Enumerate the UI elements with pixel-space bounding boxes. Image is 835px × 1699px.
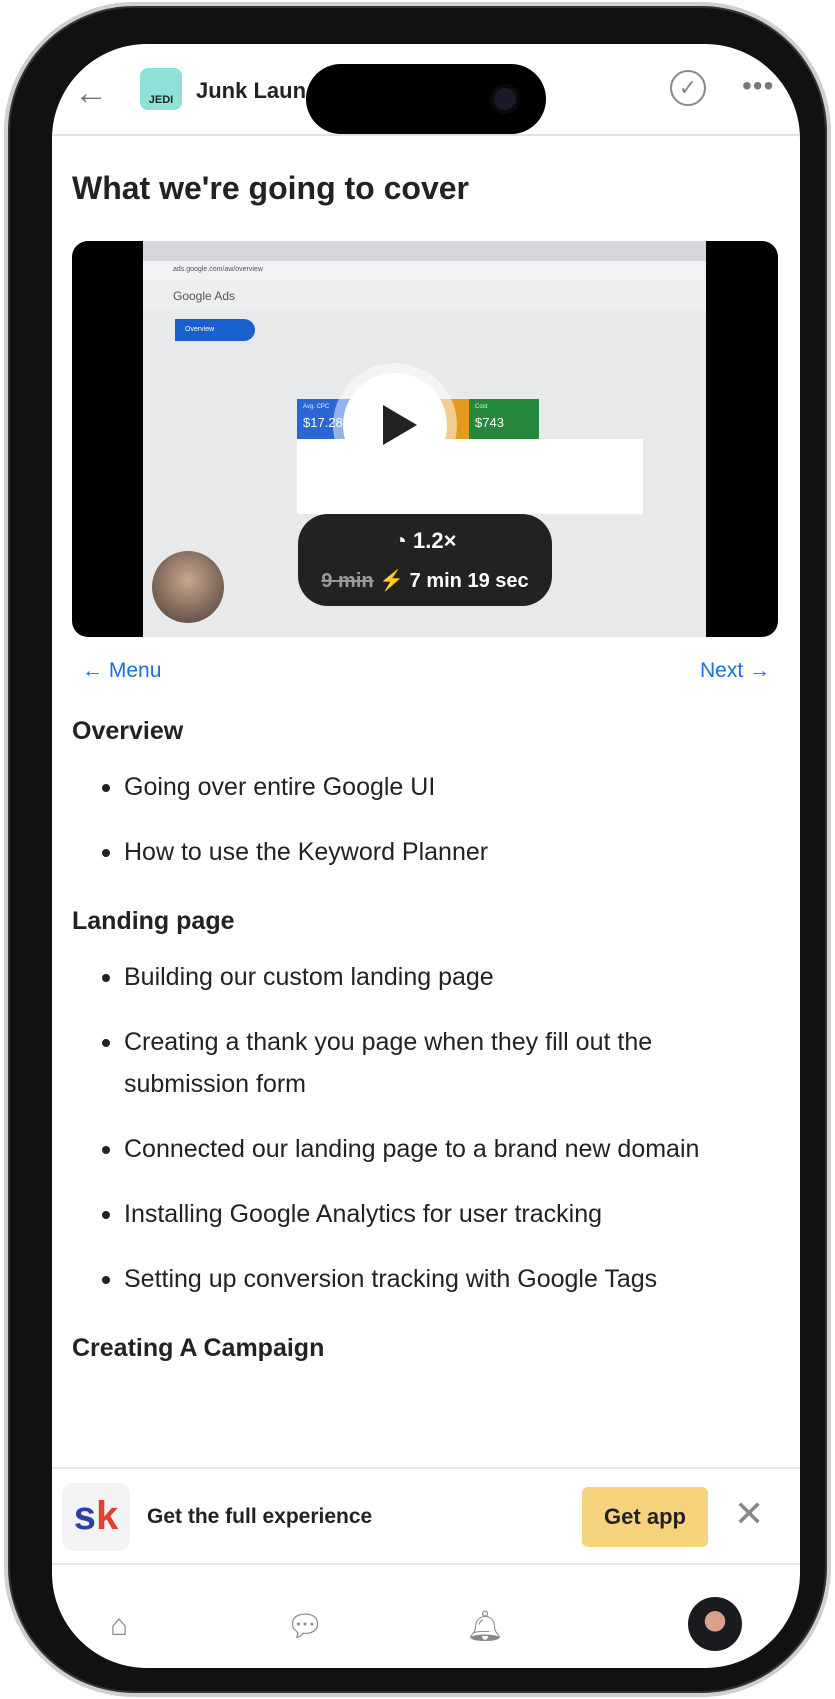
phone-frame: ← JEDI Junk Laun ✓ ••• What we're going … [4,2,831,1697]
list-item: Setting up conversion tracking with Goog… [72,1258,780,1300]
lesson-content: What we're going to cover ads.google.com… [72,136,780,1363]
menu-link[interactable]: ← Menu [82,659,161,683]
next-link[interactable]: Next → [700,659,770,683]
dynamic-island [306,64,546,134]
lesson-nav: ← Menu Next → [72,659,780,683]
tile-value: $17.28 [303,415,343,430]
speedometer-icon: ◔ [393,528,413,553]
chat-icon[interactable]: 💬︎ [286,1609,324,1644]
community-logo[interactable]: JEDI [140,68,182,110]
list-item: Creating a thank you page when they fill… [72,1021,780,1105]
speed-value: 1.2× [412,528,457,553]
lesson-title: What we're going to cover [72,170,469,206]
nav-overview: Overview [175,319,255,341]
next-label: Next [699,659,744,682]
lightning-icon: ⚡ [379,570,405,592]
list-item: How to use the Keyword Planner [72,831,780,873]
bottom-tab-bar: ⌂ 💬︎ 🔔︎ [52,1565,800,1668]
outline: Overview Going over entire Google UI How t… [72,717,780,1363]
arrow-right-icon: → [743,659,770,682]
check-circle-icon[interactable]: ✓ [670,70,706,106]
google-ads-bar: Google Ads [143,281,706,311]
ellipsis-icon[interactable]: ••• [742,70,774,102]
presenter-avatar [152,551,224,623]
get-app-button[interactable]: Get app [582,1487,708,1547]
close-icon[interactable]: ✕ [734,1493,764,1535]
app-banner: sk Get the full experience Get app ✕ [52,1467,800,1565]
arrow-left-icon: ← [82,659,109,682]
video-player[interactable]: ads.google.com/aw/overview Google Ads Ov… [72,241,778,637]
list-item: Connected our landing page to a brand ne… [72,1128,780,1170]
play-icon[interactable] [343,373,447,477]
screen: ← JEDI Junk Laun ✓ ••• What we're going … [52,44,800,1668]
fast-duration: 7 min 19 sec [409,570,529,592]
menu-label: Menu [108,659,162,682]
camera-icon [494,88,516,110]
section-heading: Landing page [72,907,235,935]
speed-badge: ◔ 1.2× 9 min ⚡ 7 min 19 sec [298,514,552,606]
list-item: Building our custom landing page [72,956,780,998]
profile-avatar[interactable] [688,1597,742,1651]
section-list: Building our custom landing page Creating… [72,956,780,1300]
section-heading: Overview [72,717,184,745]
tile-value: $743 [475,415,504,430]
tile-cost: Cost $743 [469,399,539,439]
home-icon[interactable]: ⌂ [110,1609,128,1643]
arrow-left-icon[interactable]: ← [74,74,108,113]
bell-icon[interactable]: 🔔︎ [466,1609,504,1644]
browser-url: ads.google.com/aw/overview [143,261,706,281]
app-title[interactable]: Junk Laun [196,78,306,104]
banner-text: Get the full experience [147,1505,373,1528]
list-item: Going over entire Google UI [72,766,780,808]
skool-logo: sk [62,1483,130,1551]
section-heading: Creating A Campaign [72,1334,325,1362]
list-item: Installing Google Analytics for user tra… [72,1193,780,1235]
original-duration: 9 min [321,570,374,592]
browser-tabs [143,241,706,261]
section-list: Going over entire Google UI How to use th… [72,766,780,873]
tile-label: Cost [475,404,488,410]
